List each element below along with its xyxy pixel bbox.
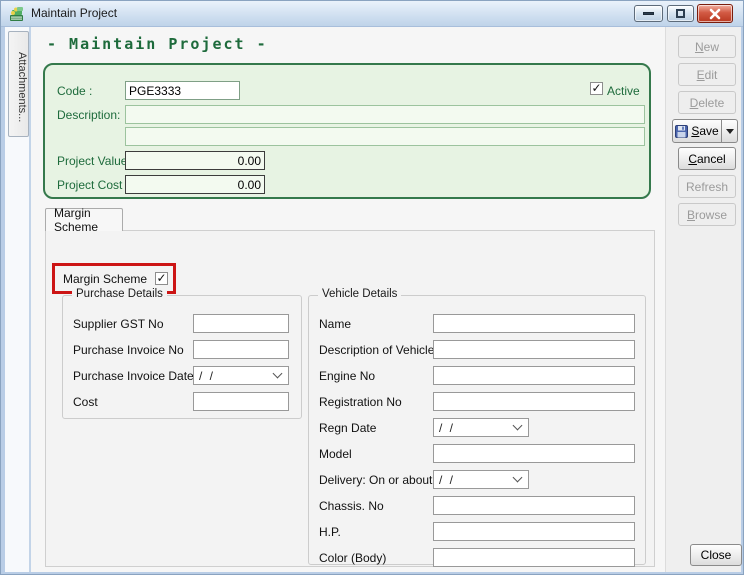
close-window-button[interactable]: [697, 4, 733, 23]
browse-button[interactable]: Browse: [678, 203, 736, 226]
code-label: Code :: [57, 84, 92, 98]
chassis-no-label: Chassis. No: [319, 499, 384, 513]
regn-date-label: Regn Date: [319, 421, 376, 435]
date-value: / /: [439, 421, 514, 435]
margin-scheme-checkbox[interactable]: ✓: [155, 272, 168, 285]
minimize-button[interactable]: [634, 5, 663, 22]
purchase-invoice-no-label: Purchase Invoice No: [73, 343, 184, 357]
title-bar: Maintain Project: [1, 1, 744, 27]
hp-label: H.P.: [319, 525, 341, 539]
name-label: Name: [319, 317, 351, 331]
refresh-button[interactable]: Refresh: [678, 175, 736, 198]
close-button[interactable]: Close: [690, 544, 742, 566]
attachments-tab[interactable]: Attachments...: [8, 31, 29, 137]
margin-scheme-label: Margin Scheme: [63, 272, 147, 286]
delete-button[interactable]: Delete: [678, 91, 736, 114]
save-button[interactable]: Save: [672, 119, 722, 143]
vehicle-details-group: Vehicle Details Name Description of Vehi…: [308, 295, 646, 565]
project-value-label: Project Value:: [57, 154, 131, 168]
window-title: Maintain Project: [31, 6, 117, 20]
chassis-no-input[interactable]: [433, 496, 635, 515]
save-dropdown-button[interactable]: [722, 119, 738, 143]
save-button-group: Save: [672, 119, 738, 143]
margin-scheme-tabpage: Margin Scheme ✓ Purchase Details Supplie…: [45, 230, 655, 567]
action-button-panel: New Edit Delete Save: [665, 27, 741, 572]
code-input[interactable]: [125, 81, 240, 100]
page-title: - Maintain Project -: [47, 35, 268, 53]
maximize-button[interactable]: [667, 5, 694, 22]
supplier-gst-no-input[interactable]: [193, 314, 289, 333]
engine-no-label: Engine No: [319, 369, 375, 383]
edit-button[interactable]: Edit: [678, 63, 736, 86]
project-header-panel: Code : ✓ Active Description: Project Val…: [43, 63, 651, 199]
purchase-details-group: Purchase Details Supplier GST No Purchas…: [62, 295, 302, 419]
hp-input[interactable]: [433, 522, 635, 541]
floppy-disk-icon: [675, 125, 688, 138]
registration-no-input[interactable]: [433, 392, 635, 411]
model-label: Model: [319, 447, 352, 461]
active-label: Active: [607, 84, 640, 98]
delivery-date-select[interactable]: / /: [433, 470, 529, 489]
purchase-details-title: Purchase Details: [72, 288, 167, 300]
maintain-project-window: Maintain Project Attachments... - Mainta…: [0, 0, 744, 575]
project-value-input[interactable]: [125, 151, 265, 170]
date-value: / /: [439, 473, 514, 487]
description-label: Description:: [57, 108, 120, 122]
regn-date-select[interactable]: / /: [433, 418, 529, 437]
app-icon: [8, 5, 26, 23]
model-input[interactable]: [433, 444, 635, 463]
vehicle-details-title: Vehicle Details: [318, 288, 401, 300]
name-input[interactable]: [433, 314, 635, 333]
chevron-down-icon: [513, 473, 523, 483]
purchase-invoice-date-select[interactable]: / /: [193, 366, 289, 385]
attachments-strip: Attachments...: [5, 27, 31, 572]
cost-input[interactable]: [193, 392, 289, 411]
purchase-invoice-no-input[interactable]: [193, 340, 289, 359]
main-content: - Maintain Project - Code : ✓ Active Des…: [31, 27, 665, 572]
registration-no-label: Registration No: [319, 395, 402, 409]
description-of-vehicle-label: Description of Vehicle: [319, 343, 434, 357]
description-input-1[interactable]: [125, 105, 645, 124]
dropdown-arrow-icon: [726, 129, 734, 134]
color-body-input[interactable]: [433, 548, 635, 567]
description-input-2[interactable]: [125, 127, 645, 146]
supplier-gst-no-label: Supplier GST No: [73, 317, 164, 331]
cost-label: Cost: [73, 395, 98, 409]
minimize-icon: [643, 12, 654, 15]
color-body-label: Color (Body): [319, 551, 386, 565]
cancel-button[interactable]: Cancel: [678, 147, 736, 170]
project-cost-input[interactable]: [125, 175, 265, 194]
tab-margin-scheme[interactable]: Margin Scheme: [45, 208, 123, 231]
project-cost-label: Project Cost :: [57, 178, 129, 192]
new-button[interactable]: New: [678, 35, 736, 58]
description-of-vehicle-input[interactable]: [433, 340, 635, 359]
date-value: / /: [199, 369, 274, 383]
maximize-icon: [676, 9, 685, 18]
delivery-date-label: Delivery: On or about: [319, 473, 432, 487]
purchase-invoice-date-label: Purchase Invoice Date: [73, 369, 194, 383]
close-icon: [709, 8, 721, 20]
chevron-down-icon: [513, 421, 523, 431]
chevron-down-icon: [273, 369, 283, 379]
window-body: Attachments... - Maintain Project - Code…: [5, 27, 741, 572]
active-checkbox[interactable]: ✓: [590, 82, 603, 95]
engine-no-input[interactable]: [433, 366, 635, 385]
